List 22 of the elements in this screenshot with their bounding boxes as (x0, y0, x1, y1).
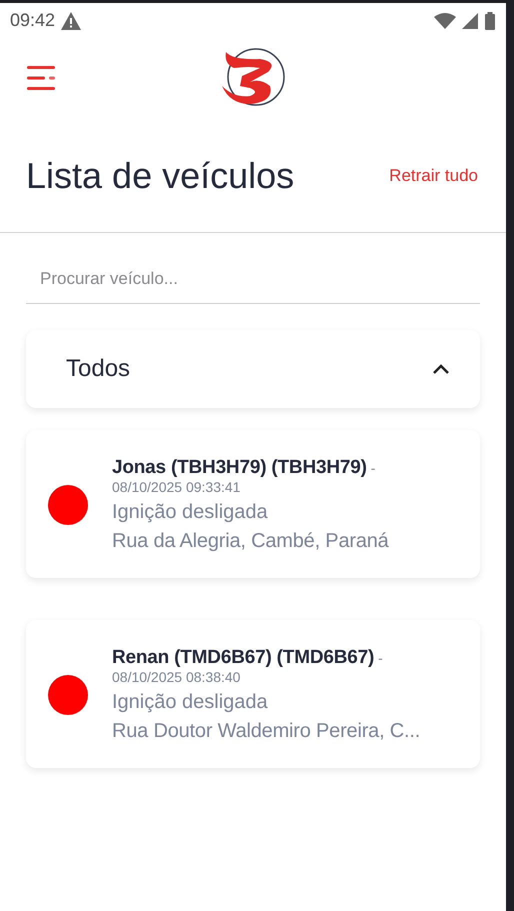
warning-icon (61, 12, 82, 30)
address: Rua Doutor Waldemiro Pereira, C... (112, 720, 420, 743)
vehicle-name: Renan (TMD6B67) (TMD6B67) (112, 647, 374, 669)
clock: 09:42 (10, 10, 56, 31)
group-header[interactable]: Todos (26, 330, 480, 408)
timestamp: 08/10/2025 08:38:40 (112, 669, 242, 685)
battery-icon (484, 12, 496, 30)
address: Rua da Alegria, Cambé, Paraná (112, 530, 389, 553)
signal-icon (462, 12, 478, 28)
group-label: Todos (66, 355, 130, 383)
vehicle-card[interactable]: Jonas (TBH3H79) (TBH3H79) - 08/10/2025 09:33:41 Ignição desligada Rua da Alegria, Cambé, Paraná (26, 430, 480, 578)
page-title: Lista de veículos (26, 155, 294, 197)
collapse-all-link[interactable]: Retrair tudo (387, 162, 480, 190)
ignition-status: Ignição desligada (112, 691, 269, 714)
wifi-icon (434, 12, 456, 28)
separator: - (370, 460, 376, 476)
vehicle-name: Jonas (TBH3H79) (TBH3H79) (112, 457, 367, 479)
separator: - (378, 650, 383, 666)
timestamp: 08/10/2025 09:33:41 (112, 479, 242, 495)
ignition-status: Ignição desligada (112, 501, 269, 524)
vehicle-card[interactable]: Renan (TMD6B67) (TMD6B67) - 08/10/2025 08:38:40 Ignição desligada Rua Doutor Waldemiro Pereira, C... (26, 620, 480, 768)
menu-icon[interactable] (26, 65, 56, 91)
